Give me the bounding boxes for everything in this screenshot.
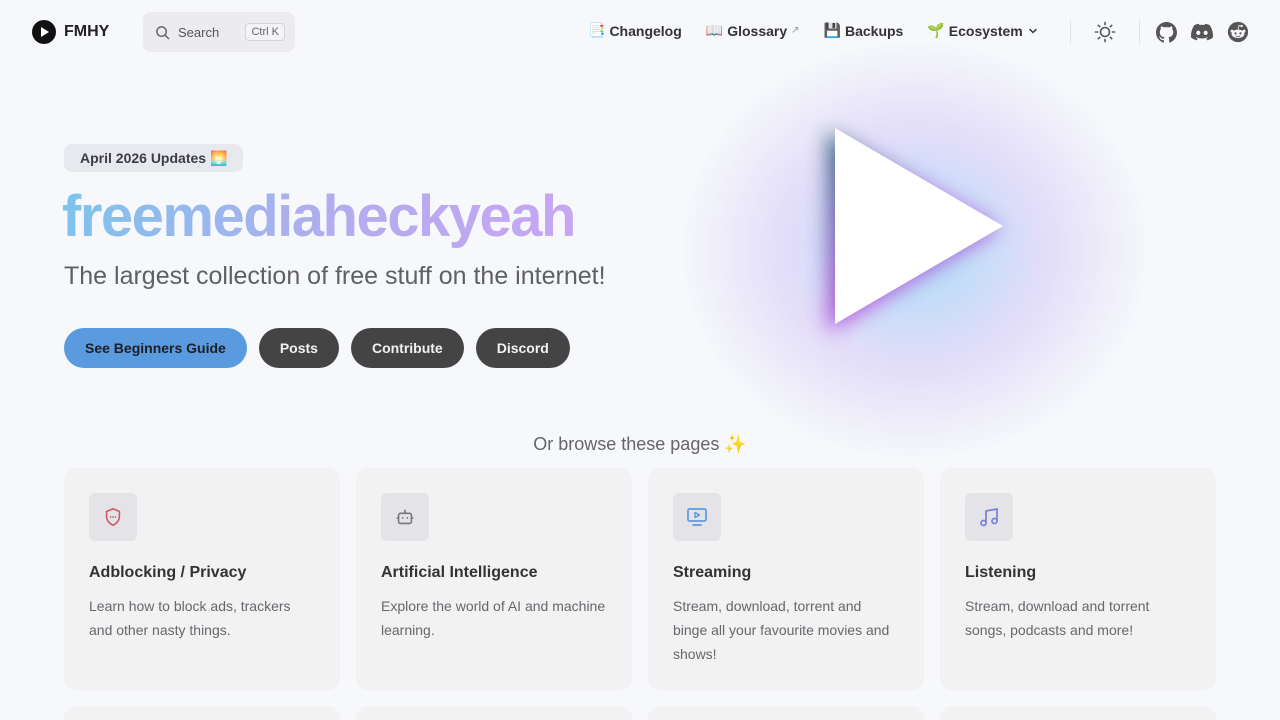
card-description: Explore the world of AI and machine lear… xyxy=(381,598,606,638)
theme-toggle-sun-icon[interactable] xyxy=(1094,21,1116,43)
card-artificial-intelligence[interactable]: Artificial Intelligence Explore the worl… xyxy=(356,468,632,690)
card-description: Learn how to block ads, trackers and oth… xyxy=(89,598,291,638)
robot-icon xyxy=(381,493,429,541)
card-title: Streaming xyxy=(673,564,752,581)
card-listening[interactable]: Listening Stream, download and torrent s… xyxy=(940,468,1216,690)
card-description: Stream, download and torrent songs, podc… xyxy=(965,598,1150,638)
search-icon xyxy=(156,25,170,39)
hero-actions: See Beginners Guide Posts Contribute Dis… xyxy=(64,328,570,368)
top-nav: FMHY Search Ctrl K 📑 Changelog 📖 Glossar… xyxy=(0,0,1280,64)
nav-links: 📑 Changelog 📖 Glossary ↗ 💾 Backups 🌱 Eco… xyxy=(588,22,1039,39)
music-note-icon xyxy=(965,493,1013,541)
search-shortcut: Ctrl K xyxy=(245,23,285,41)
shield-icon xyxy=(89,493,137,541)
card-title: Listening xyxy=(965,564,1037,581)
card-next-row[interactable] xyxy=(940,706,1216,720)
ecosystem-emoji-icon: 🌱 xyxy=(927,22,945,38)
nav-divider xyxy=(1139,20,1140,44)
monitor-play-icon xyxy=(673,493,721,541)
github-icon[interactable] xyxy=(1155,21,1177,43)
discord-button[interactable]: Discord xyxy=(475,328,570,368)
card-next-row[interactable] xyxy=(356,706,632,720)
card-next-row[interactable] xyxy=(64,706,340,720)
nav-divider xyxy=(1070,20,1071,44)
card-streaming[interactable]: Streaming Stream, download, torrent and … xyxy=(648,468,924,690)
nav-link-label: Glossary xyxy=(727,22,788,39)
beginners-guide-button[interactable]: See Beginners Guide xyxy=(64,328,247,368)
updates-badge[interactable]: April 2026 Updates 🌅 xyxy=(64,144,244,172)
card-title: Artificial Intelligence xyxy=(381,564,538,581)
logo-text: FMHY xyxy=(64,23,110,40)
external-link-icon: ↗ xyxy=(791,25,800,36)
glossary-emoji-icon: 📖 xyxy=(705,22,724,38)
search-button[interactable]: Search Ctrl K xyxy=(143,12,295,52)
nav-link-ecosystem[interactable]: 🌱 Ecosystem xyxy=(927,22,1038,39)
hero-title: freemediaheckyeah xyxy=(62,184,576,249)
hero-tagline: The largest collection of free stuff on … xyxy=(64,262,606,290)
nav-link-label: Ecosystem xyxy=(948,22,1023,39)
browse-heading: Or browse these pages ✨ xyxy=(533,434,747,454)
posts-button[interactable]: Posts xyxy=(258,328,339,368)
chevron-down-icon xyxy=(1028,28,1037,34)
card-adblocking-privacy[interactable]: Adblocking / Privacy Learn how to block … xyxy=(64,468,340,690)
nav-link-label: Backups xyxy=(844,22,904,39)
changelog-emoji-icon: 📑 xyxy=(588,22,606,38)
nav-link-glossary[interactable]: 📖 Glossary ↗ xyxy=(706,22,800,39)
logo-play-icon xyxy=(32,20,56,44)
card-description: Stream, download, torrent and binge all … xyxy=(673,598,890,662)
discord-icon[interactable] xyxy=(1191,21,1213,43)
backups-emoji-icon: 💾 xyxy=(823,22,841,38)
card-next-row[interactable] xyxy=(648,706,924,720)
reddit-icon[interactable] xyxy=(1227,21,1249,43)
nav-link-backups[interactable]: 💾 Backups xyxy=(824,22,904,39)
search-label: Search xyxy=(178,24,220,40)
nav-link-label: Changelog xyxy=(609,22,682,39)
nav-link-changelog[interactable]: 📑 Changelog xyxy=(588,22,682,39)
site-logo[interactable]: FMHY xyxy=(32,20,109,44)
hero-play-logo xyxy=(800,110,1030,350)
contribute-button[interactable]: Contribute xyxy=(350,328,464,368)
card-title: Adblocking / Privacy xyxy=(89,564,247,581)
